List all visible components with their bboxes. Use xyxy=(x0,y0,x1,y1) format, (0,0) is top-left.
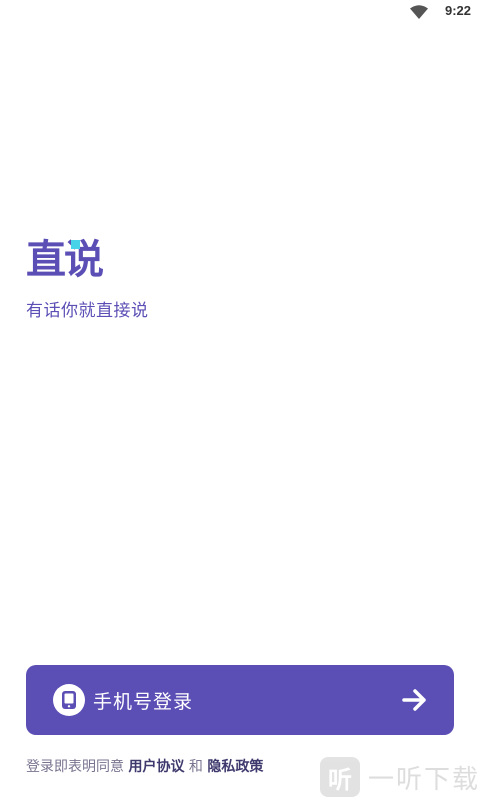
phone-login-label: 手机号登录 xyxy=(93,690,194,713)
arrow-right-icon xyxy=(402,689,426,711)
watermark: 听 一听下载 xyxy=(320,755,480,799)
wifi-icon xyxy=(410,5,428,19)
agreement-text: 登录即表明同意 用户协议 和 隐私政策 xyxy=(26,756,263,776)
app-slogan: 有话你就直接说 xyxy=(26,301,149,321)
phone-icon xyxy=(53,684,85,716)
logo-accent-square xyxy=(71,240,80,249)
user-agreement-link[interactable]: 用户协议 xyxy=(128,759,184,775)
privacy-policy-link[interactable]: 隐私政策 xyxy=(207,759,263,775)
watermark-logo-icon: 听 xyxy=(320,757,360,797)
logo-text: 直说 xyxy=(26,237,104,283)
agreement-and: 和 xyxy=(184,759,208,775)
watermark-text: 一听下载 xyxy=(368,764,480,795)
app-logo: 直说 xyxy=(26,234,104,283)
status-bar: 9:22 xyxy=(0,0,480,24)
agreement-prefix: 登录即表明同意 xyxy=(26,759,129,775)
status-time: 9:22 xyxy=(444,3,471,18)
phone-login-button[interactable]: 手机号登录 xyxy=(26,665,454,735)
